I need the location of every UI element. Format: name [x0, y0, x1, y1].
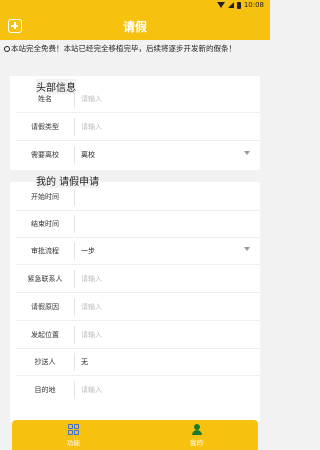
field-label: 需要离校	[31, 151, 59, 159]
emergency-contact-input[interactable]: 请输入	[75, 266, 260, 292]
approval-select[interactable]: 一步	[75, 238, 260, 264]
form-row-name: 姓名 请输入	[16, 86, 260, 112]
field-label: 请假原因	[31, 303, 59, 311]
status-icons: 10:08	[216, 1, 264, 9]
wifi-icon	[216, 2, 225, 8]
tab-functions[interactable]: 功能	[12, 420, 135, 450]
field-label: 结束时间	[31, 220, 59, 228]
status-time: 10:08	[243, 1, 264, 9]
form-row-location: 发起位置 请输入	[16, 322, 260, 348]
form-row-reason: 请假原因 请输入	[16, 294, 260, 320]
row-divider	[16, 140, 260, 141]
form-row-leave-type: 请假类型 请输入	[16, 114, 260, 140]
page-title: 请假	[122, 20, 147, 34]
start-time-input[interactable]	[75, 184, 260, 210]
name-input[interactable]: 请输入	[75, 86, 260, 112]
field-label: 目的地	[34, 386, 56, 394]
form-row-destination: 目的地 请输入	[16, 377, 260, 403]
end-time-input[interactable]	[75, 211, 260, 237]
leave-type-input[interactable]: 请输入	[75, 114, 260, 140]
reason-input[interactable]: 请输入	[75, 294, 260, 320]
notice-text: 本站完全免费！本站已经完全移植完毕，后续将逐步开发新的假条！	[11, 44, 236, 53]
leave-school-select[interactable]: 离校	[75, 142, 260, 168]
form-row-emergency-contact: 紧急联系人 请输入	[16, 266, 260, 292]
app-header: 请假	[0, 12, 270, 40]
destination-input[interactable]: 请输入	[75, 377, 260, 403]
row-divider	[16, 264, 260, 265]
field-label: 抄送人	[34, 358, 56, 366]
location-input[interactable]: 请输入	[75, 322, 260, 348]
notice-banner: 本站完全免费！本站已经完全移植完毕，后续将逐步开发新的假条！	[4, 43, 268, 54]
grid-icon	[68, 423, 79, 435]
chevron-down-icon[interactable]	[244, 151, 250, 155]
field-label: 审批流程	[31, 247, 59, 255]
row-divider	[16, 112, 260, 113]
field-label: 开始时间	[31, 193, 59, 201]
row-divider	[16, 375, 260, 376]
info-icon	[4, 46, 10, 52]
cc-value[interactable]: 无	[75, 349, 260, 375]
row-divider	[16, 292, 260, 293]
signal-icon	[227, 2, 234, 8]
person-icon	[191, 423, 202, 435]
bottom-tab-bar: 功能 我的	[12, 420, 258, 450]
form-row-start-time: 开始时间	[16, 184, 260, 210]
field-label: 紧急联系人	[27, 275, 63, 283]
battery-icon	[236, 1, 241, 9]
row-divider	[16, 320, 260, 321]
field-label: 发起位置	[31, 331, 59, 339]
chevron-down-icon[interactable]	[244, 247, 250, 251]
field-label: 姓名	[38, 95, 52, 103]
form-row-cc: 抄送人 无	[16, 349, 260, 375]
status-bar: 10:08	[0, 0, 270, 12]
field-label: 请假类型	[31, 123, 59, 131]
tab-mine[interactable]: 我的	[135, 420, 258, 450]
tab-label: 功能	[67, 438, 80, 447]
form-row-leave-school: 需要离校 离校	[16, 142, 260, 168]
form-row-approval: 审批流程 一步	[16, 238, 260, 264]
form-row-end-time: 结束时间	[16, 211, 260, 237]
tab-label: 我的	[190, 438, 203, 447]
